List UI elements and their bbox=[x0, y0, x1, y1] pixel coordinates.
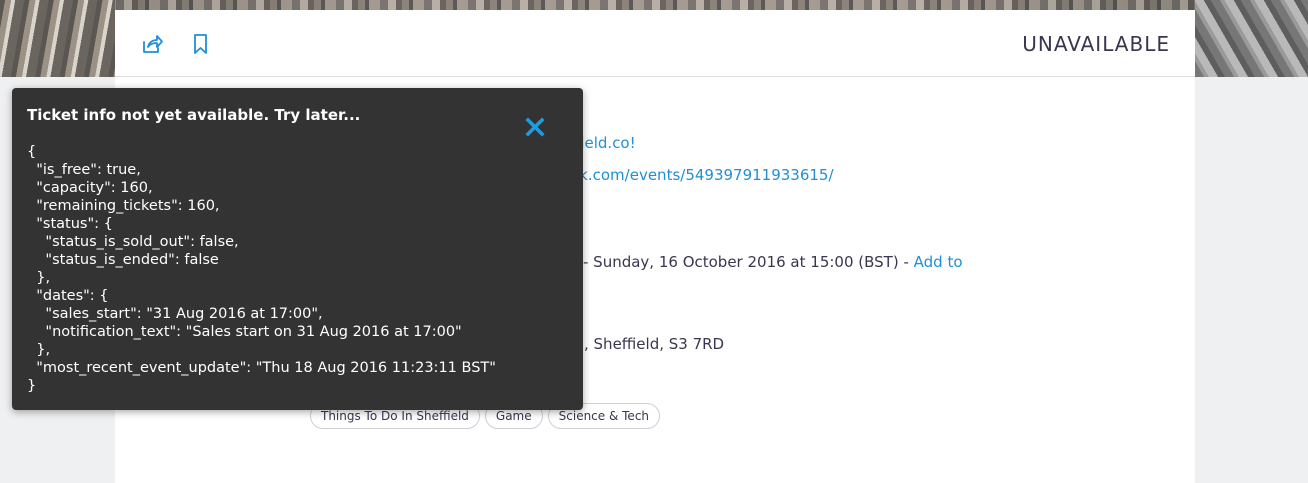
ticket-info-popup: Ticket info not yet available. Try later… bbox=[12, 88, 583, 410]
hero-image-right bbox=[1195, 0, 1308, 77]
facebook-event-link[interactable]: ok.com/events/549397911933615/ bbox=[570, 166, 834, 184]
bookmark-icon[interactable] bbox=[189, 32, 213, 56]
event-date-text: - Sunday, 16 October 2016 at 15:00 (BST)… bbox=[583, 253, 914, 271]
popup-title: Ticket info not yet available. Try later… bbox=[27, 106, 361, 124]
event-address-text: , Sheffield, S3 7RD bbox=[584, 335, 725, 353]
close-icon[interactable] bbox=[524, 116, 546, 138]
facebook-line: ok.com/events/549397911933615/ bbox=[570, 166, 834, 184]
ticket-info-json: { "is_free": true, "capacity": 160, "rem… bbox=[27, 144, 496, 394]
website-suffix: ! bbox=[629, 134, 636, 152]
share-icon[interactable] bbox=[140, 32, 164, 56]
event-date-line: - Sunday, 16 October 2016 at 15:00 (BST)… bbox=[583, 253, 963, 271]
add-to-calendar-link[interactable]: Add to bbox=[914, 253, 963, 271]
ticket-status-label: UNAVAILABLE bbox=[1022, 32, 1170, 56]
event-action-bar: UNAVAILABLE bbox=[115, 10, 1195, 77]
event-address-line: , Sheffield, S3 7RD bbox=[584, 335, 724, 353]
hero-image-left bbox=[0, 0, 115, 77]
